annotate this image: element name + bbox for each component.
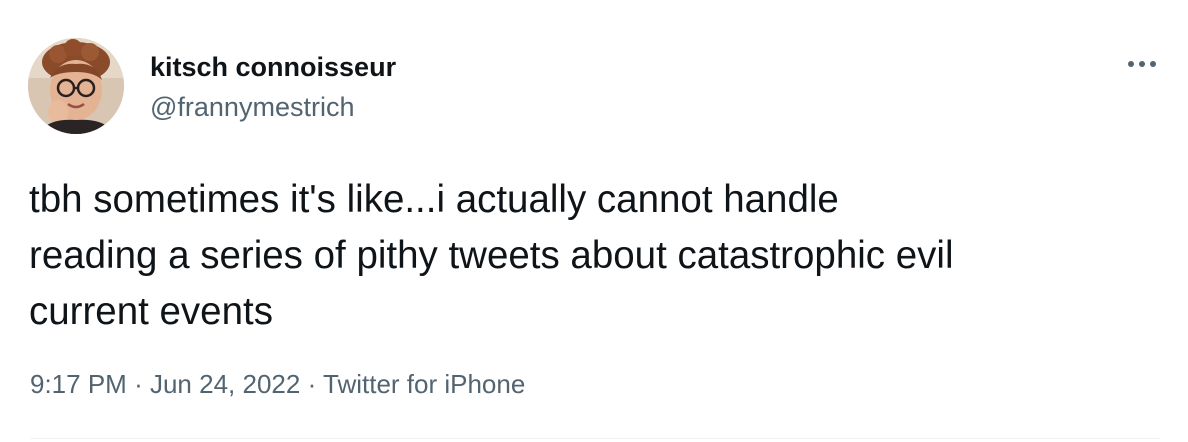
meta-separator: · (308, 369, 323, 399)
meta-separator: · (134, 369, 150, 399)
more-horizontal-icon (1128, 61, 1156, 67)
meta-separator-dot: · (134, 369, 143, 399)
tweet-text: tbh sometimes it's like...i actually can… (29, 178, 954, 333)
profile-photo-icon (28, 38, 124, 134)
tweet-meta: 9:17 PM · Jun 24, 2022 · Twitter for iPh… (30, 367, 525, 401)
avatar[interactable] (28, 38, 124, 134)
more-options-button[interactable] (1120, 46, 1164, 82)
tweet-date[interactable]: Jun 24, 2022 (150, 369, 300, 399)
user-handle[interactable]: @frannymestrich (150, 90, 354, 124)
divider (30, 438, 1160, 439)
tweet-time[interactable]: 9:17 PM (30, 369, 127, 399)
tweet-card: kitsch connoisseur @frannymestrich tbh s… (0, 0, 1188, 442)
tweet-source[interactable]: Twitter for iPhone (323, 369, 525, 399)
meta-separator-dot: · (307, 369, 317, 399)
display-name[interactable]: kitsch connoisseur (150, 50, 396, 84)
